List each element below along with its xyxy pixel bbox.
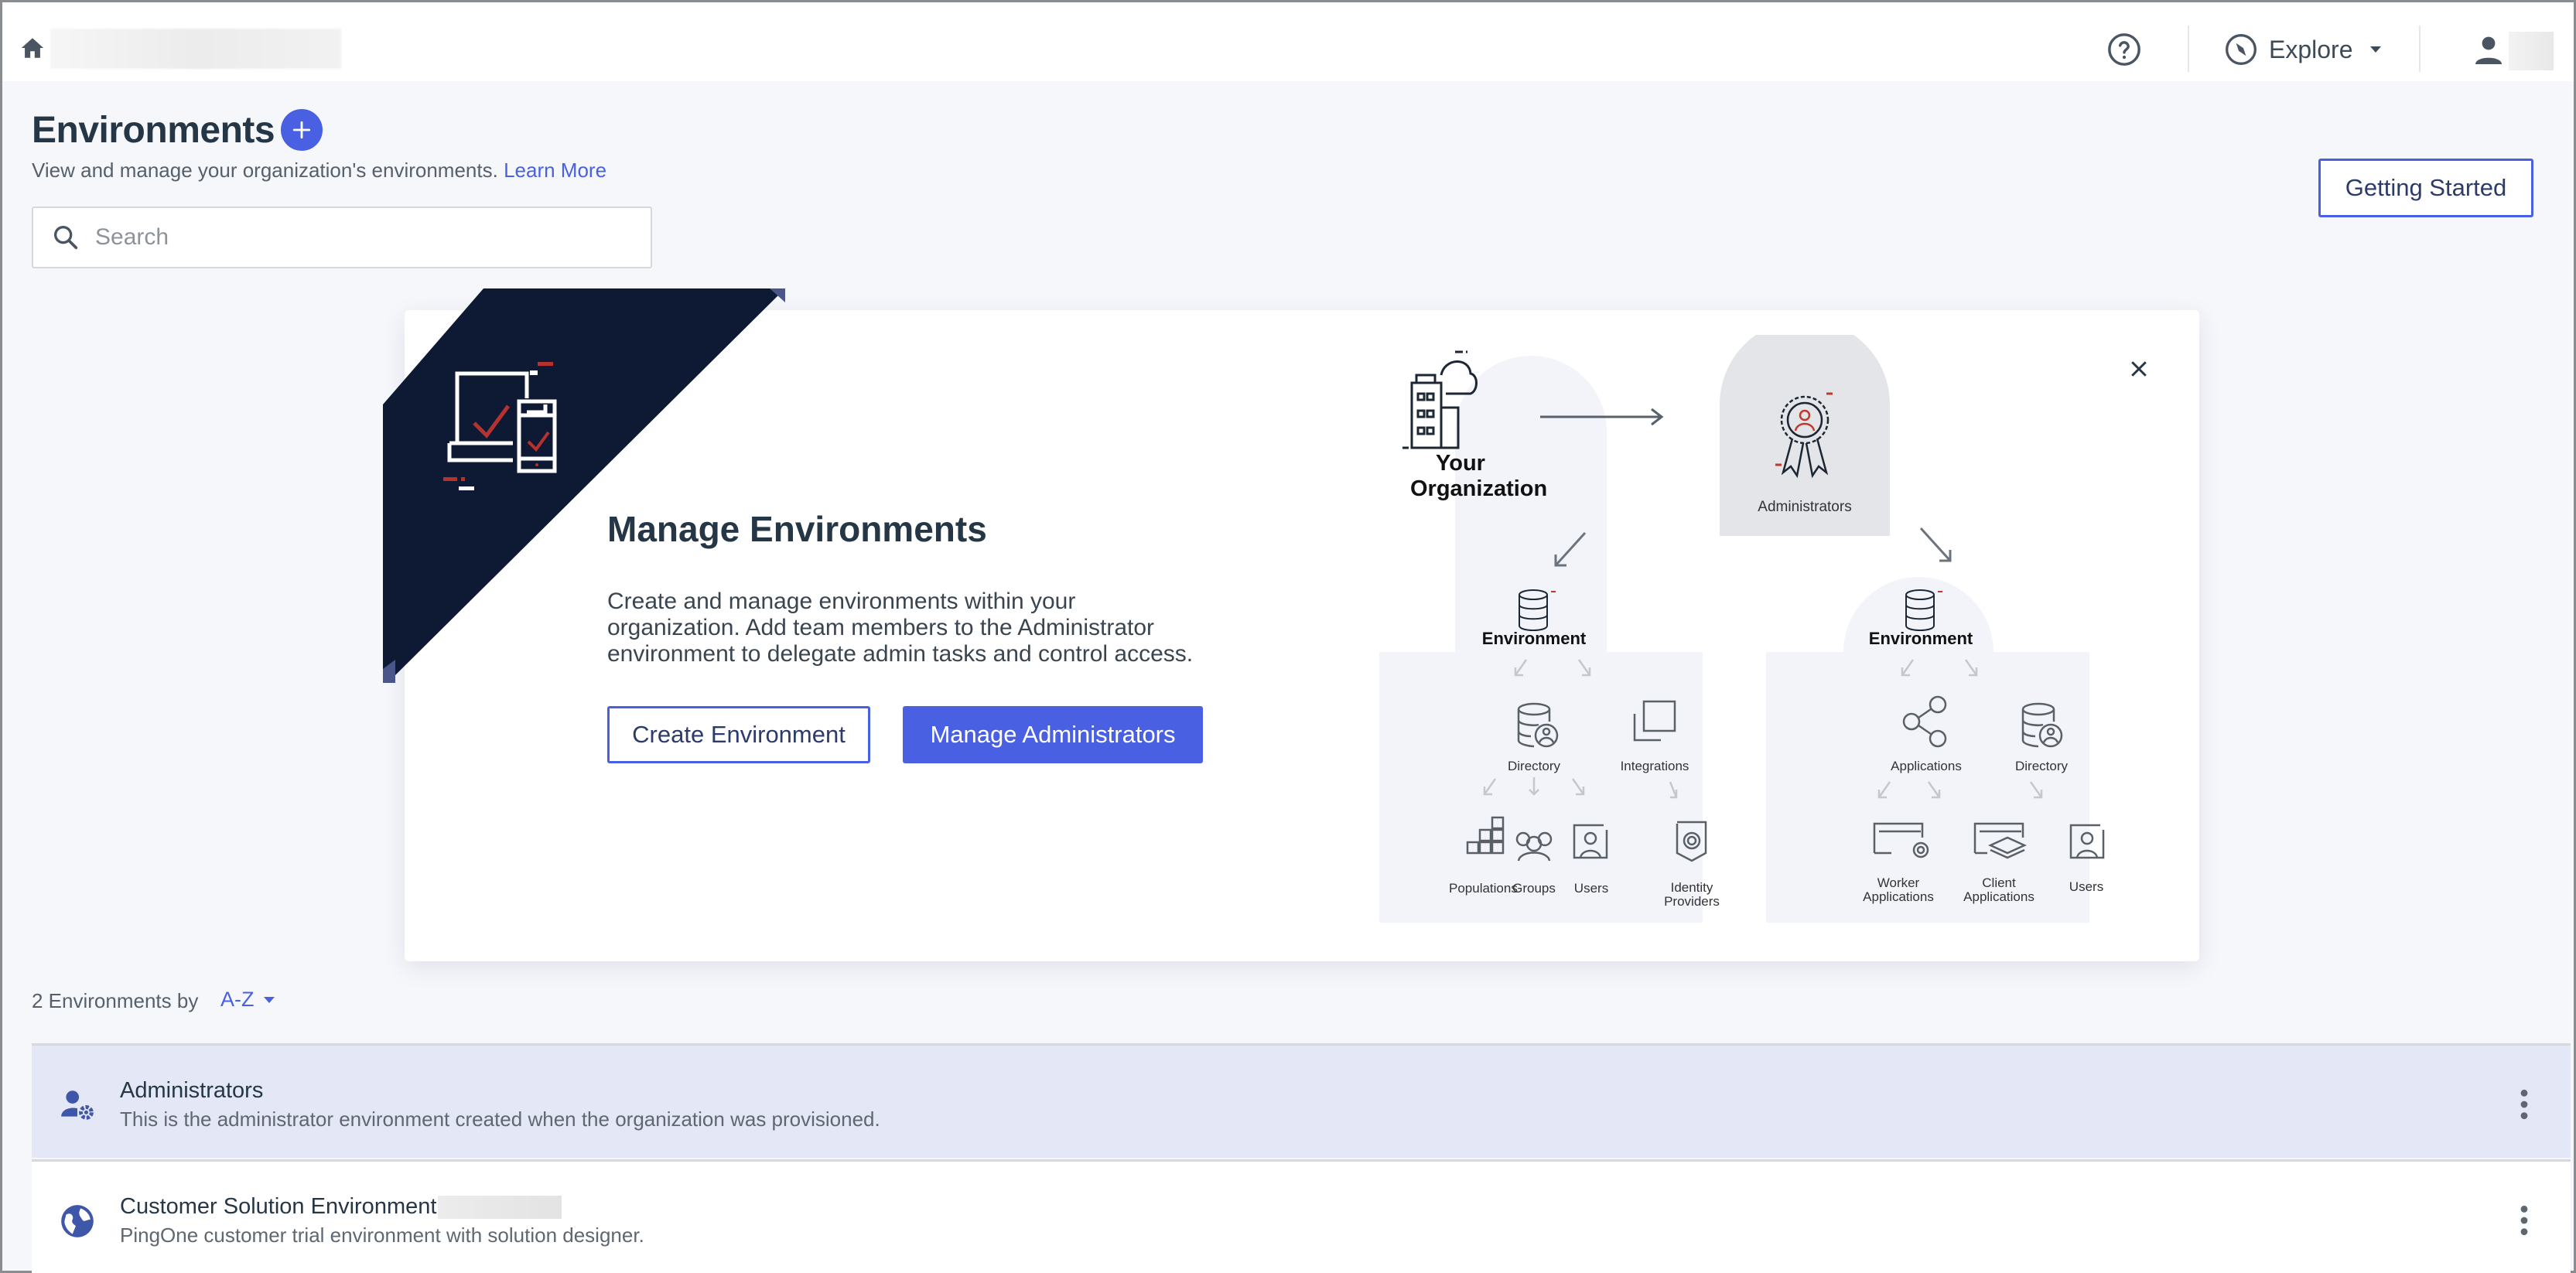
identity-providers-label: Identity Providers — [1653, 881, 1730, 909]
top-navigation-bar: Explore — [2, 2, 2574, 81]
more-options-icon[interactable] — [2516, 1087, 2532, 1121]
topbar-divider — [2419, 26, 2421, 72]
groups-label: Groups — [1512, 881, 1556, 896]
organization-label-line1: Your — [1436, 451, 1485, 476]
manage-administrators-button[interactable]: Manage Administrators — [903, 706, 1203, 763]
sort-value: A-Z — [220, 988, 255, 1011]
chevron-down-icon — [263, 996, 275, 1003]
administrators-node-label: Administrators — [1758, 499, 1852, 515]
worker-applications-label: Worker Applications — [1856, 876, 1941, 904]
topbar-divider — [2188, 26, 2189, 72]
compass-icon — [2226, 34, 2257, 65]
user-icon[interactable] — [2470, 32, 2507, 69]
environment-description: PingOne customer trial environment with … — [120, 1224, 644, 1247]
page-subtitle: View and manage your organization's envi… — [32, 159, 606, 183]
environment-name: Administrators — [120, 1078, 264, 1103]
organization-label-line2: Organization — [1410, 476, 1548, 501]
user-name-redacted[interactable] — [2509, 32, 2554, 70]
left-environment-label: Environment — [1481, 629, 1587, 648]
populations-label: Populations — [1449, 881, 1518, 896]
chevron-down-icon — [2369, 46, 2381, 53]
sort-dropdown[interactable]: A-Z — [220, 988, 275, 1012]
worker-applications-line2: Applications — [1863, 889, 1934, 904]
left-users-label: Users — [1573, 881, 1609, 896]
search-field[interactable] — [32, 206, 652, 268]
explore-menu[interactable]: Explore — [2224, 29, 2381, 70]
client-applications-line2: Applications — [1963, 889, 2034, 904]
globe-icon — [61, 1205, 94, 1237]
environment-name-text: Customer Solution Environment — [120, 1194, 437, 1219]
search-icon — [54, 226, 78, 250]
right-directory-label: Directory — [2014, 759, 2068, 773]
plus-icon — [292, 121, 311, 139]
applications-label: Applications — [1891, 759, 1962, 773]
create-environment-button[interactable]: Create Environment — [607, 706, 870, 763]
worker-applications-line1: Worker — [1877, 875, 1920, 890]
explore-label: Explore — [2269, 35, 2353, 63]
environment-description: This is the administrator environment cr… — [120, 1107, 880, 1131]
user-gear-icon — [61, 1090, 94, 1120]
client-applications-line1: Client — [1982, 875, 2016, 890]
organization-label: Your Organization — [1410, 451, 1548, 502]
identity-providers-line1: Identity — [1670, 880, 1713, 895]
subtitle-text: View and manage your organization's envi… — [32, 159, 498, 182]
help-circle-icon[interactable] — [2106, 32, 2142, 67]
learn-more-link[interactable]: Learn More — [504, 159, 606, 182]
add-environment-button[interactable] — [281, 109, 323, 151]
integrations-label: Integrations — [1620, 759, 1689, 773]
identity-providers-line2: Providers — [1664, 894, 1720, 909]
right-users-label: Users — [2069, 879, 2104, 894]
more-options-icon[interactable] — [2516, 1203, 2532, 1237]
client-applications-label: Client Applications — [1956, 876, 2041, 904]
environment-diagram: Your Organization Administrators Environ… — [1379, 335, 2184, 938]
card-title: Manage Environments — [607, 509, 987, 549]
home-icon[interactable] — [19, 35, 46, 61]
getting-started-button[interactable]: Getting Started — [2318, 159, 2533, 217]
search-input[interactable] — [95, 224, 621, 251]
left-directory-label: Directory — [1507, 759, 1560, 773]
organization-name-redacted[interactable] — [50, 29, 341, 69]
environment-name: Customer Solution Environment — [120, 1194, 562, 1220]
environment-suffix-redacted — [438, 1196, 562, 1220]
environment-count-label: 2 Environments by — [32, 989, 199, 1012]
page-title: Environments — [32, 110, 275, 151]
right-environment-label: Environment — [1868, 629, 1973, 648]
environment-row[interactable]: Customer Solution Environment PingOne cu… — [32, 1159, 2571, 1273]
environment-row[interactable]: Administrators This is the administrator… — [32, 1043, 2571, 1158]
card-description: Create and manage environments within yo… — [607, 589, 1194, 667]
